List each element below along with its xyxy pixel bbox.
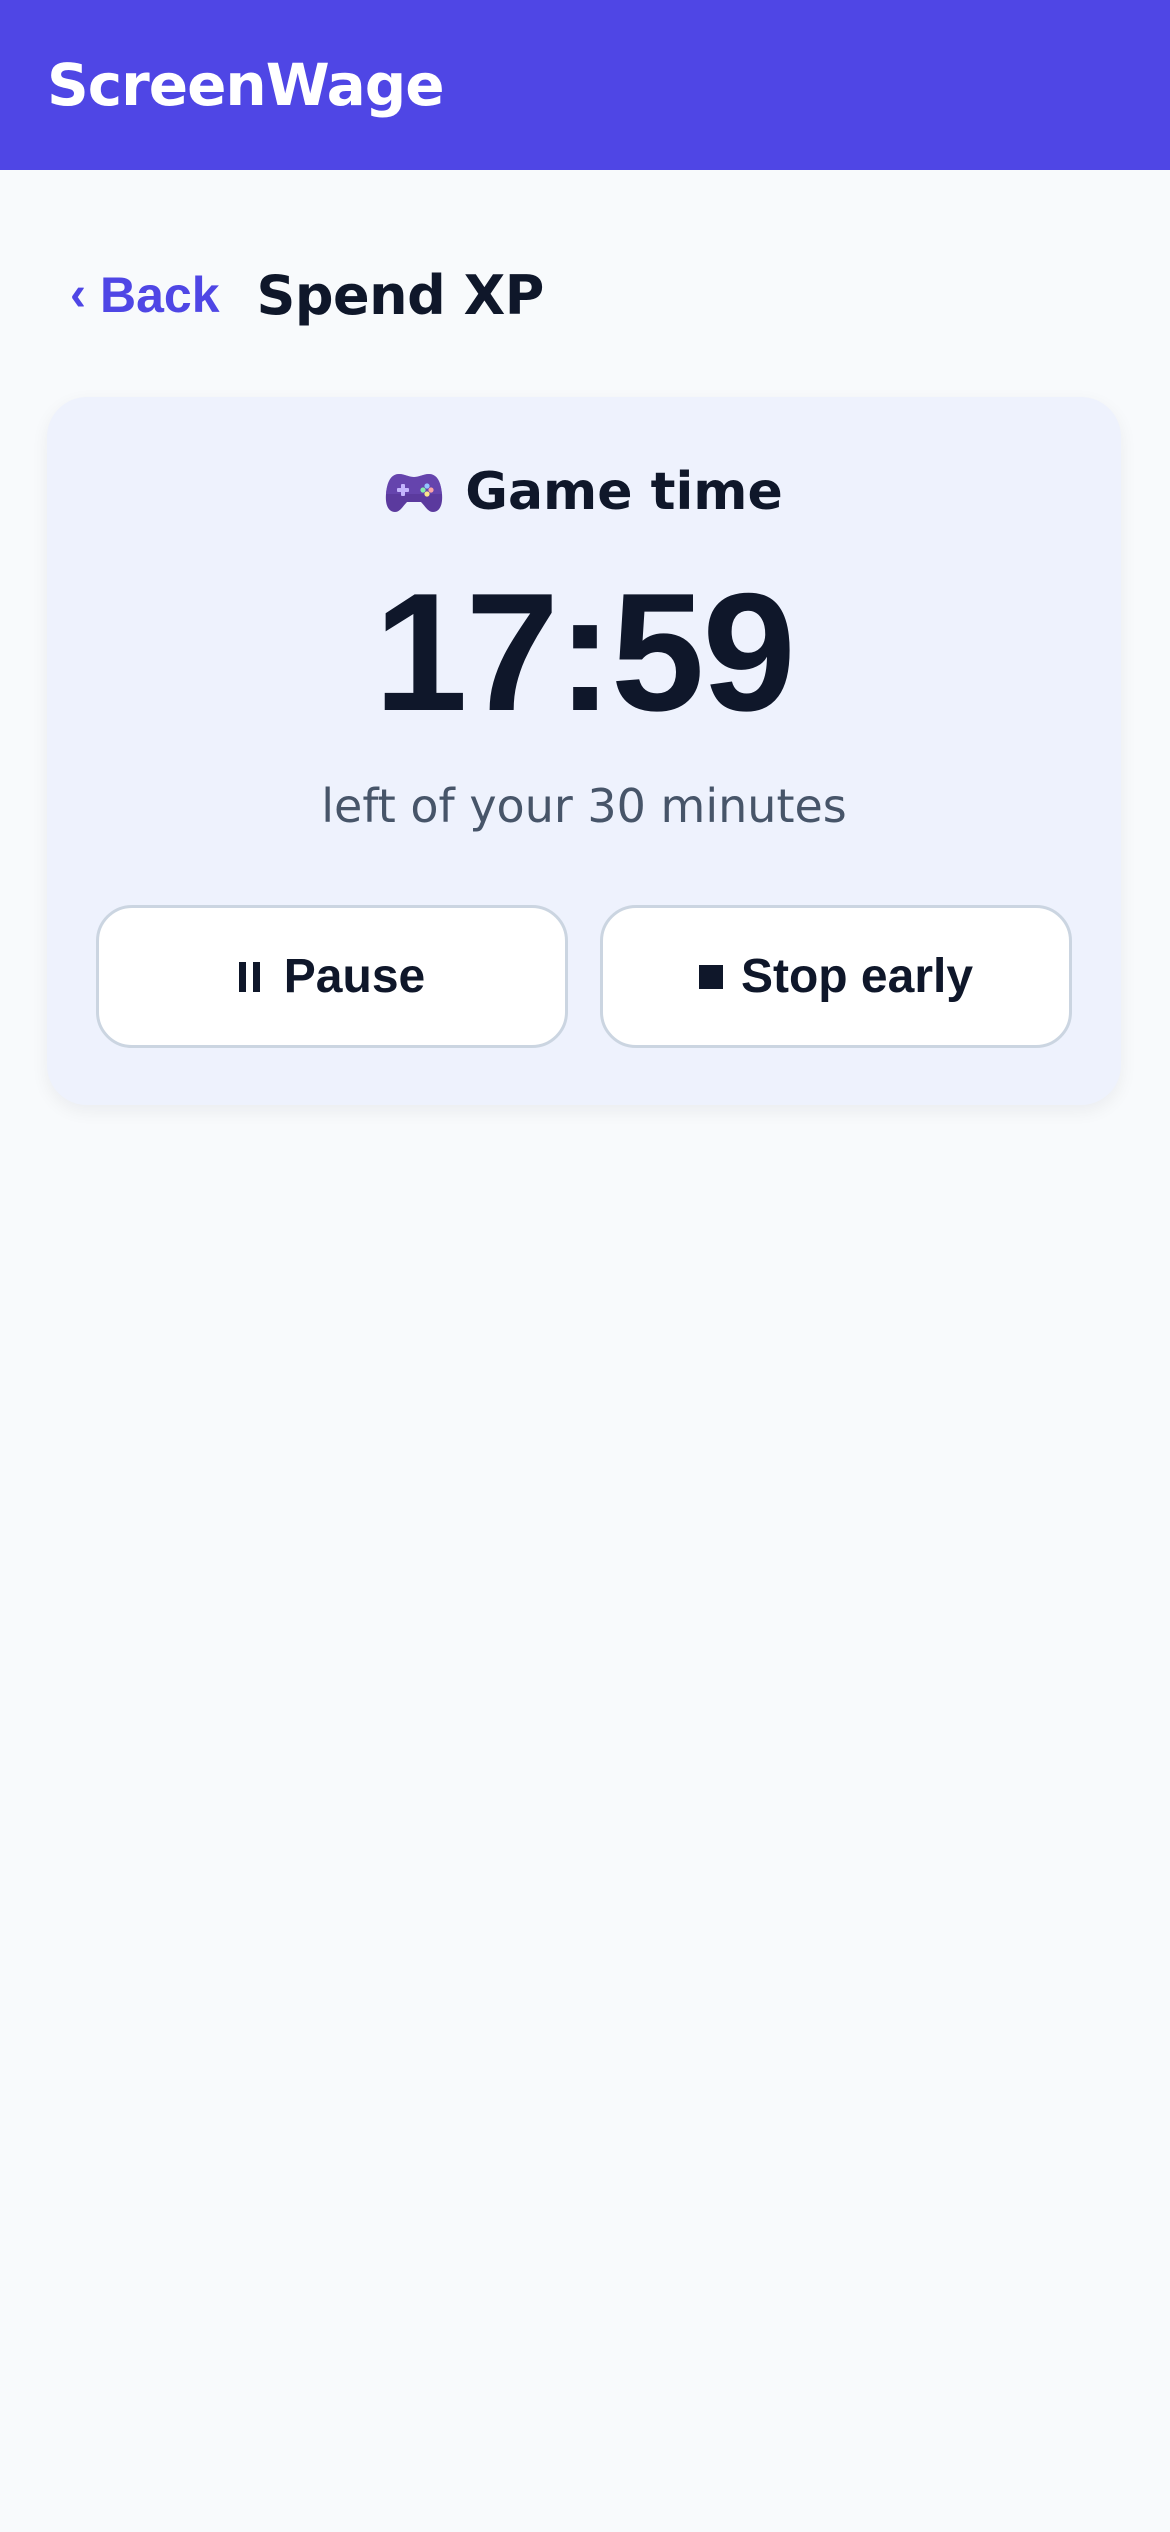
activity-label: Game time xyxy=(465,462,783,522)
app-bar: ScreenWage xyxy=(0,0,1170,170)
app-title: ScreenWage xyxy=(47,51,445,119)
pause-icon xyxy=(238,961,260,992)
page-title: Spend XP xyxy=(256,263,545,327)
stop-label: Stop early xyxy=(740,950,974,1003)
stop-early-button[interactable]: Stop early xyxy=(600,905,1072,1048)
time-remaining: 17:59 xyxy=(374,558,796,746)
chevron-left-icon: ‹ xyxy=(70,268,86,321)
pause-label: Pause xyxy=(283,950,426,1003)
gamepad-icon xyxy=(385,470,443,514)
stop-icon xyxy=(698,964,723,989)
back-button[interactable]: ‹ Back xyxy=(70,266,220,324)
page-header: ‹ Back Spend XP xyxy=(70,255,544,335)
pause-button[interactable]: Pause xyxy=(96,905,568,1048)
timer-card: Game time 17:59 left of your 30 minutes … xyxy=(47,397,1121,1105)
timer-heading: Game time xyxy=(47,459,1121,525)
back-label: Back xyxy=(99,267,220,323)
time-caption: left of your 30 minutes xyxy=(321,779,847,833)
